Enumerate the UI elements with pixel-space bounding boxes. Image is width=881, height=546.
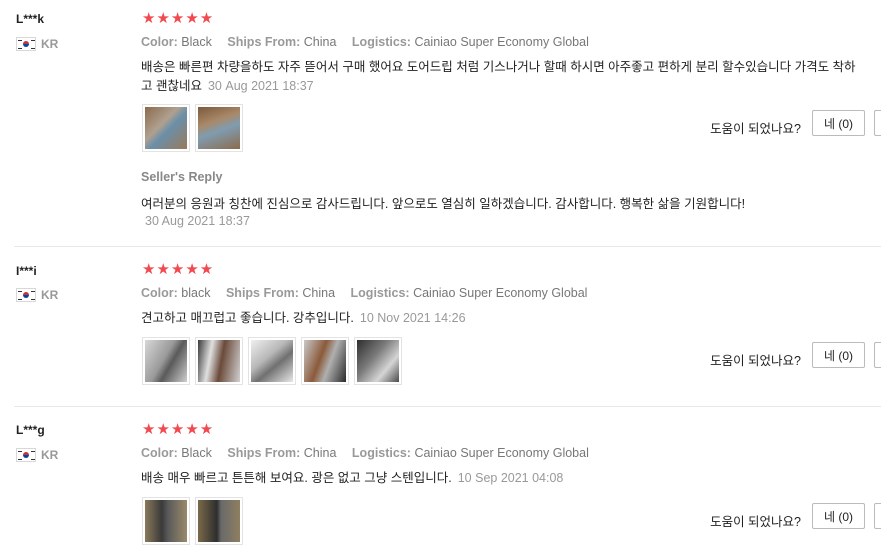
ships-from-label: Ships From:	[227, 35, 301, 49]
review-photo-thumbnail[interactable]	[142, 497, 190, 545]
seller-reply-title: Seller's Reply	[141, 170, 223, 184]
helpful-prompt: 도움이 되었나요?	[710, 354, 801, 368]
review-photo-thumbnail[interactable]	[195, 497, 243, 545]
review-photos	[142, 104, 243, 152]
review-photo-thumbnail[interactable]	[142, 337, 190, 385]
review-photo-thumbnail[interactable]	[301, 337, 349, 385]
ships-from-value: China	[302, 286, 336, 300]
helpful-yes-button[interactable]: 네 (0)	[812, 342, 865, 368]
review-photos	[142, 497, 243, 545]
logistics-label: Logistics:	[351, 446, 411, 460]
reviewer-name: L***g	[16, 423, 45, 437]
reviewer-country: KR	[16, 288, 58, 302]
star-rating: ★★★★★	[142, 10, 215, 27]
ships-from-label: Ships From:	[225, 286, 299, 300]
ships-from-value: China	[303, 35, 337, 49]
country-code: KR	[41, 37, 59, 51]
review-attributes: Color: black Ships From: China Logistics…	[141, 286, 587, 300]
color-value: Black	[181, 446, 212, 460]
logistics-label: Logistics:	[350, 286, 410, 300]
review-photo-thumbnail[interactable]	[195, 337, 243, 385]
review-attributes: Color: Black Ships From: China Logistics…	[141, 446, 589, 460]
helpful-no-button[interactable]	[874, 342, 881, 368]
reviewer-name: I***i	[16, 264, 37, 278]
review-date: 10 Sep 2021 04:08	[457, 471, 564, 485]
helpful-no-button[interactable]	[874, 110, 881, 136]
korea-flag-icon	[16, 288, 36, 302]
logistics-value: Cainiao Super Economy Global	[414, 446, 589, 460]
korea-flag-icon	[16, 37, 36, 51]
review-date: 30 Aug 2021 18:37	[207, 79, 314, 93]
reviewer-name: L***k	[16, 12, 45, 26]
review-photo-thumbnail[interactable]	[142, 104, 190, 152]
logistics-value: Cainiao Super Economy Global	[414, 35, 589, 49]
ships-from-label: Ships From:	[227, 446, 301, 460]
reviewer-country: KR	[16, 448, 58, 462]
review-photos	[142, 337, 402, 385]
review-divider	[14, 246, 881, 247]
review-attributes: Color: Black Ships From: China Logistics…	[141, 35, 589, 49]
review-content: 배송은 빠른편 차량을하도 자주 뜯어서 구매 했어요 도어드립 처럼 기스나거…	[141, 58, 861, 96]
color-label: Color:	[141, 286, 178, 300]
star-rating: ★★★★★	[142, 261, 215, 278]
helpful-prompt: 도움이 되었나요?	[710, 122, 801, 136]
review-photo-thumbnail[interactable]	[195, 104, 243, 152]
helpful-yes-button[interactable]: 네 (0)	[812, 503, 865, 529]
helpful-no-button[interactable]	[874, 503, 881, 529]
ships-from-value: China	[303, 446, 337, 460]
color-label: Color:	[141, 35, 178, 49]
logistics-label: Logistics:	[351, 35, 411, 49]
country-code: KR	[41, 448, 59, 462]
review-photo-thumbnail[interactable]	[354, 337, 402, 385]
seller-reply-date: 30 Aug 2021 18:37	[145, 214, 250, 228]
review-content: 견고하고 매끄럽고 좋습니다. 강추입니다. 10 Nov 2021 14:26	[141, 309, 861, 328]
country-code: KR	[41, 288, 59, 302]
korea-flag-icon	[16, 448, 36, 462]
review-photo-thumbnail[interactable]	[248, 337, 296, 385]
color-label: Color:	[141, 446, 178, 460]
review-text: 견고하고 매끄럽고 좋습니다. 강추입니다.	[141, 311, 354, 325]
review-text: 배송 매우 빠르고 튼튼해 보여요. 광은 없고 그냥 스텐입니다.	[141, 471, 452, 485]
review-divider	[14, 406, 881, 407]
star-rating: ★★★★★	[142, 421, 215, 438]
review-date: 10 Nov 2021 14:26	[359, 311, 466, 325]
color-value: black	[181, 286, 211, 300]
seller-reply-text: 여러분의 응원과 칭찬에 진심으로 감사드립니다. 앞으로도 열심히 일하겠습니…	[141, 197, 746, 211]
logistics-value: Cainiao Super Economy Global	[413, 286, 588, 300]
helpful-yes-button[interactable]: 네 (0)	[812, 110, 865, 136]
helpful-prompt: 도움이 되었나요?	[710, 515, 801, 529]
reviewer-country: KR	[16, 37, 58, 51]
color-value: Black	[181, 35, 212, 49]
review-content: 배송 매우 빠르고 튼튼해 보여요. 광은 없고 그냥 스텐입니다. 10 Sep…	[141, 469, 861, 488]
